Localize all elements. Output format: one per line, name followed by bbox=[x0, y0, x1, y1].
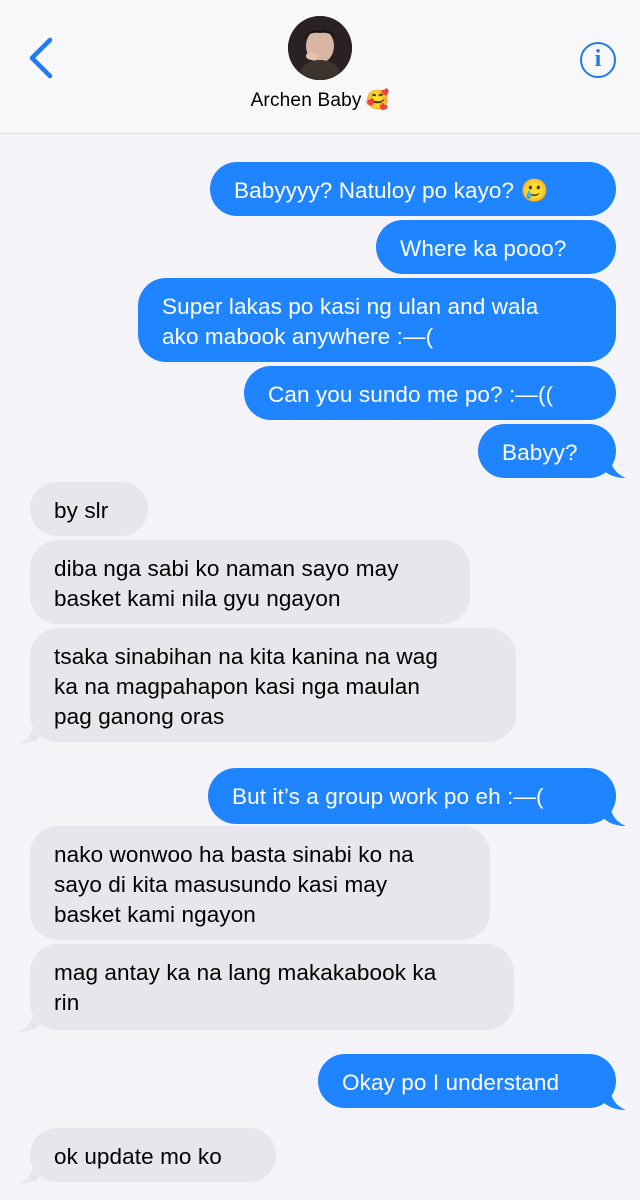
message-bubble-received[interactable]: mag antay ka na lang makakabook ka rin bbox=[30, 944, 514, 1030]
message-bubble-sent[interactable]: Where ka pooo? bbox=[376, 220, 616, 274]
message-list[interactable]: Babyyyy? Natuloy po kayo? 🥲 Where ka poo… bbox=[0, 134, 640, 1200]
contact-name-text: Archen Baby bbox=[250, 90, 362, 111]
message-bubble-sent[interactable]: Okay po I understand bbox=[318, 1054, 616, 1108]
back-button[interactable] bbox=[22, 34, 62, 82]
message-bubble-received[interactable]: tsaka sinabihan na kita kanina na wag ka… bbox=[30, 628, 516, 742]
info-button[interactable]: i bbox=[580, 42, 616, 78]
contact-avatar[interactable] bbox=[288, 16, 352, 80]
message-bubble-sent[interactable]: Can you sundo me po? :—(( bbox=[244, 366, 616, 420]
avatar-photo bbox=[288, 16, 352, 80]
smiling-face-hearts-emoji: 🥰 bbox=[365, 90, 390, 111]
info-icon: i bbox=[594, 46, 602, 72]
message-bubble-received[interactable]: by slr bbox=[30, 482, 148, 536]
message-bubble-received[interactable]: ok update mo ko bbox=[30, 1128, 276, 1182]
chevron-left-icon bbox=[29, 37, 53, 79]
message-bubble-sent[interactable]: Babyy? bbox=[478, 424, 616, 478]
message-bubble-sent[interactable]: Super lakas po kasi ng ulan and wala ako… bbox=[138, 278, 616, 362]
message-bubble-sent[interactable]: Babyyyy? Natuloy po kayo? 🥲 bbox=[210, 162, 616, 216]
message-bubble-received[interactable]: nako wonwoo ha basta sinabi ko na sayo d… bbox=[30, 826, 490, 940]
message-bubble-sent[interactable]: But it’s a group work po eh :—( bbox=[208, 768, 616, 824]
message-bubble-received[interactable]: diba nga sabi ko naman sayo may basket k… bbox=[30, 540, 470, 624]
conversation-header: Archen Baby 🥰 i bbox=[0, 0, 640, 134]
contact-name-label[interactable]: Archen Baby 🥰 bbox=[0, 88, 640, 112]
